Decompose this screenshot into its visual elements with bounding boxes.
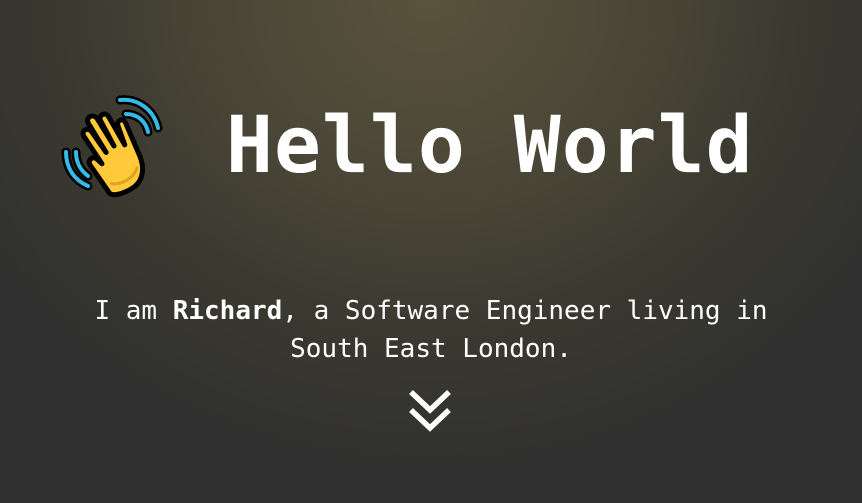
headline: Hello World [58, 86, 754, 206]
intro-text: I am Richard, a Software Engineer living… [0, 292, 862, 368]
intro-name: Richard [172, 296, 283, 326]
page-title: Hello World [226, 101, 754, 191]
intro-prefix: I am [94, 296, 173, 326]
waving-hand-icon [61, 95, 163, 198]
intro-line1-rest: , a Software Engineer living in [282, 296, 768, 326]
double-chevron-down-icon[interactable] [405, 386, 455, 436]
hero-section: Hello World I am Richard, a Software Eng… [0, 0, 862, 503]
intro-line2: South East London. [290, 334, 572, 364]
